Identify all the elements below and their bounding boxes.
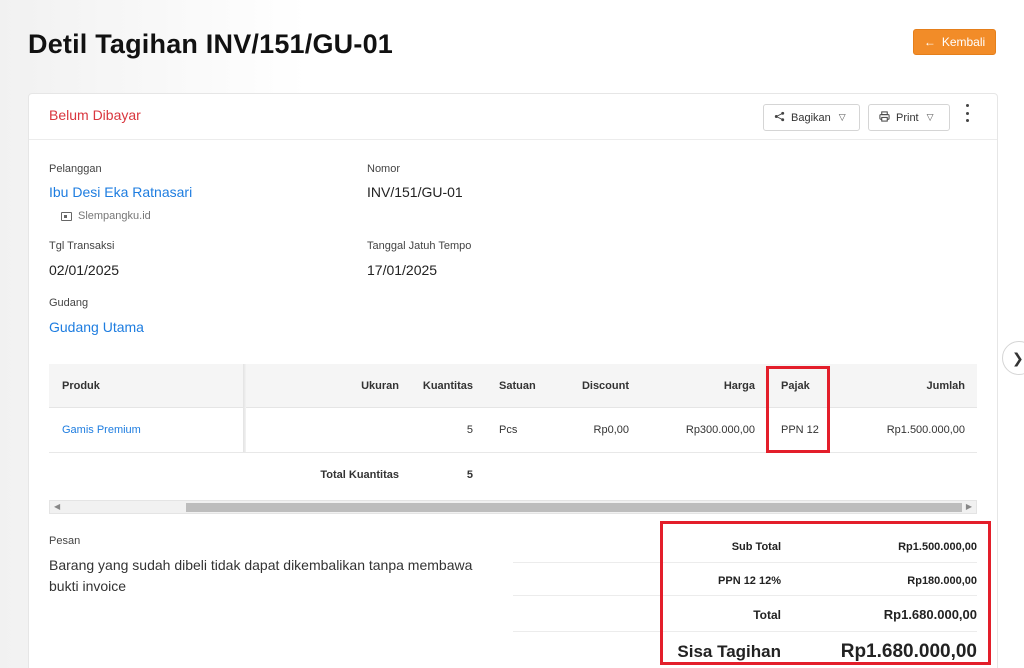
col-harga: Harga: [723, 380, 755, 392]
cell-discount: Rp0,00: [593, 424, 629, 436]
total-value: Rp1.680.000,00: [883, 607, 977, 622]
remaining-label: Sisa Tagihan: [677, 642, 781, 661]
remaining-value: Rp1.680.000,00: [840, 641, 977, 662]
col-ukuran: Ukuran: [361, 380, 399, 392]
warehouse-label: Gudang: [49, 297, 89, 309]
invoice-number: INV/151/GU-01: [367, 184, 463, 200]
col-discount: Discount: [581, 380, 629, 392]
back-button-label: Kembali: [941, 35, 986, 49]
tax-value: Rp180.000,00: [907, 575, 977, 587]
total-row: Total Rp1.680.000,00: [513, 596, 977, 632]
table-total-row: Total Kuantitas 5: [49, 453, 977, 499]
more-options-icon[interactable]: [963, 104, 971, 122]
share-button-label: Bagikan: [791, 111, 831, 124]
product-link[interactable]: Gamis Premium: [62, 408, 232, 452]
tax-row: PPN 12 12% Rp180.000,00: [513, 563, 977, 596]
transaction-date: 02/01/2025: [49, 262, 120, 278]
invoice-detail-page: Detil Tagihan INV/151/GU-01 ← Kembali Be…: [0, 0, 1024, 668]
back-button[interactable]: ← Kembali: [913, 29, 996, 55]
customer-site-text: Slempangku.id: [78, 210, 151, 222]
total-label: Total: [753, 608, 781, 622]
print-button-label: Print: [896, 111, 919, 124]
subtotal-value: Rp1.500.000,00: [898, 541, 977, 553]
table-horizontal-scrollbar[interactable]: ◀ ▶: [49, 500, 977, 514]
number-label: Nomor: [367, 163, 401, 175]
col-jumlah: Jumlah: [926, 380, 965, 392]
col-pajak: Pajak: [781, 380, 810, 392]
scrollbar-thumb[interactable]: [186, 503, 962, 512]
message-text: Barang yang sudah dibeli tidak dapat dik…: [49, 557, 473, 594]
printer-icon: [879, 110, 890, 125]
print-button[interactable]: Print ▽: [868, 104, 950, 131]
cell-ukuran: [299, 408, 399, 452]
status-badge: Belum Dibayar: [49, 107, 141, 123]
date-label: Tgl Transaksi: [49, 240, 115, 252]
page-title: Detil Tagihan INV/151/GU-01: [28, 29, 393, 59]
subtotal-row: Sub Total Rp1.500.000,00: [513, 529, 977, 563]
customer-site: Slempangku.id: [61, 210, 151, 222]
invoice-card: Belum Dibayar Bagikan ▽ Print ▽ Pelangga…: [28, 93, 998, 668]
cell-harga: Rp300.000,00: [685, 424, 755, 436]
col-kuantitas: Kuantitas: [422, 380, 473, 392]
total-quantity-label: Total Kuantitas: [320, 469, 399, 481]
chevron-right-icon: ❯: [1012, 349, 1024, 366]
share-icon: [774, 111, 785, 125]
next-arrow-button[interactable]: ❯: [1002, 341, 1024, 375]
items-table: Produk Ukuran Kuantitas Satuan Discount …: [49, 364, 977, 514]
total-quantity: 5: [466, 469, 473, 481]
customer-label: Pelanggan: [49, 163, 102, 175]
arrow-left-icon: ←: [923, 35, 936, 49]
due-date: 17/01/2025: [367, 262, 438, 278]
table-header: Produk Ukuran Kuantitas Satuan Discount …: [49, 364, 977, 408]
subtotal-label: Sub Total: [731, 541, 781, 553]
cell-kuantitas: 5: [466, 424, 473, 436]
warehouse-link[interactable]: Gudang Utama: [49, 319, 144, 335]
cell-pajak: PPN 12: [781, 424, 819, 436]
customer-link[interactable]: Ibu Desi Eka Ratnasari: [49, 184, 192, 200]
message-label: Pesan: [49, 535, 81, 547]
chevron-down-icon: ▽: [926, 112, 934, 122]
remaining-row: Sisa Tagihan Rp1.680.000,00: [513, 632, 977, 668]
scroll-left-icon[interactable]: ◀: [54, 502, 60, 511]
cell-jumlah: Rp1.500.000,00: [886, 424, 965, 436]
scroll-right-icon[interactable]: ▶: [966, 502, 972, 511]
col-produk: Produk: [62, 380, 100, 392]
table-row: Gamis Premium 5 Pcs Rp0,00 Rp300.000,00 …: [49, 408, 977, 453]
id-card-icon: [61, 211, 72, 221]
share-button[interactable]: Bagikan ▽: [763, 104, 860, 131]
due-date-label: Tanggal Jatuh Tempo: [367, 240, 472, 252]
card-header: Belum Dibayar Bagikan ▽ Print ▽: [29, 94, 997, 140]
chevron-down-icon: ▽: [838, 112, 846, 122]
tax-label: PPN 12 12%: [718, 575, 781, 587]
